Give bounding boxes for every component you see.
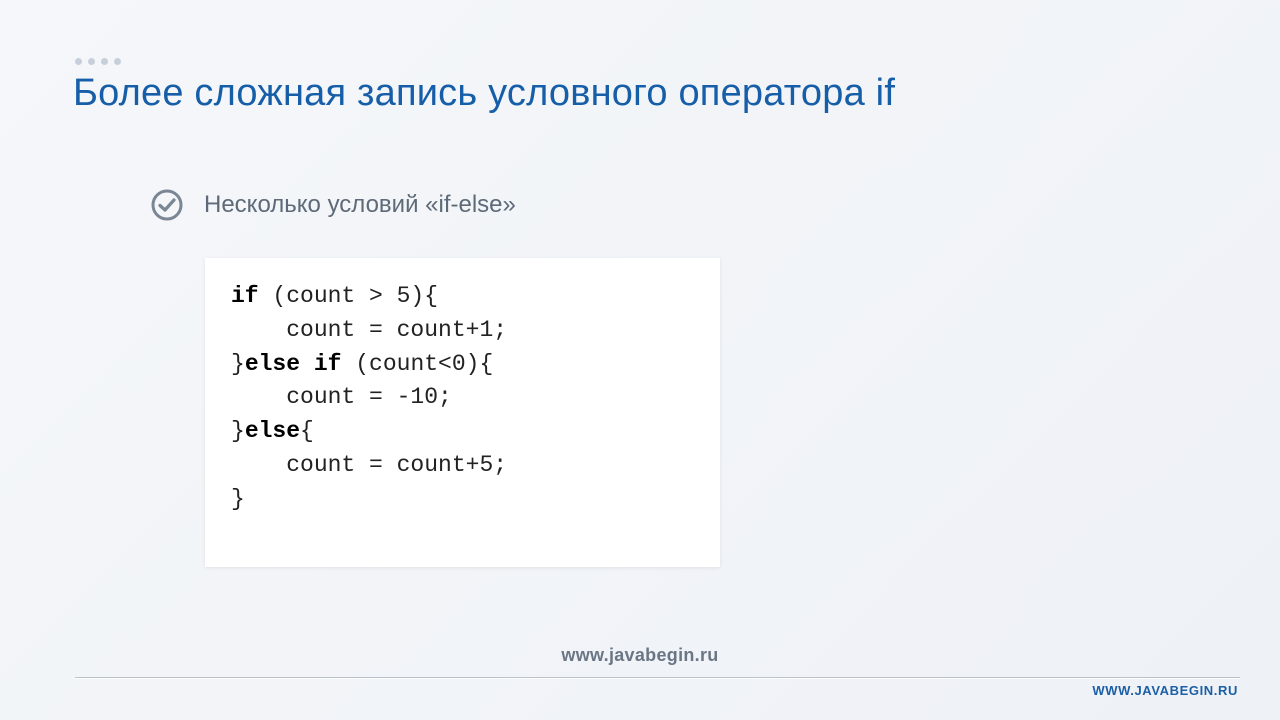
code-snippet: if (count > 5){ count = count+1; }else i… — [205, 258, 720, 567]
footer-divider — [75, 677, 1240, 678]
check-circle-icon — [150, 188, 184, 222]
keyword-if: if — [231, 283, 259, 309]
section-row: Несколько условий «if-else» — [150, 188, 516, 222]
decorative-dots — [75, 58, 121, 65]
footer-url-center: www.javabegin.ru — [0, 645, 1280, 666]
footer-url-right: WWW.JAVABEGIN.RU — [1092, 683, 1238, 698]
keyword-else-if: else if — [245, 351, 342, 377]
code-content: if (count > 5){ count = count+1; }else i… — [231, 280, 694, 517]
page-title: Более сложная запись условного оператора… — [73, 72, 895, 115]
keyword-else: else — [245, 418, 300, 444]
section-heading: Несколько условий «if-else» — [204, 191, 516, 219]
